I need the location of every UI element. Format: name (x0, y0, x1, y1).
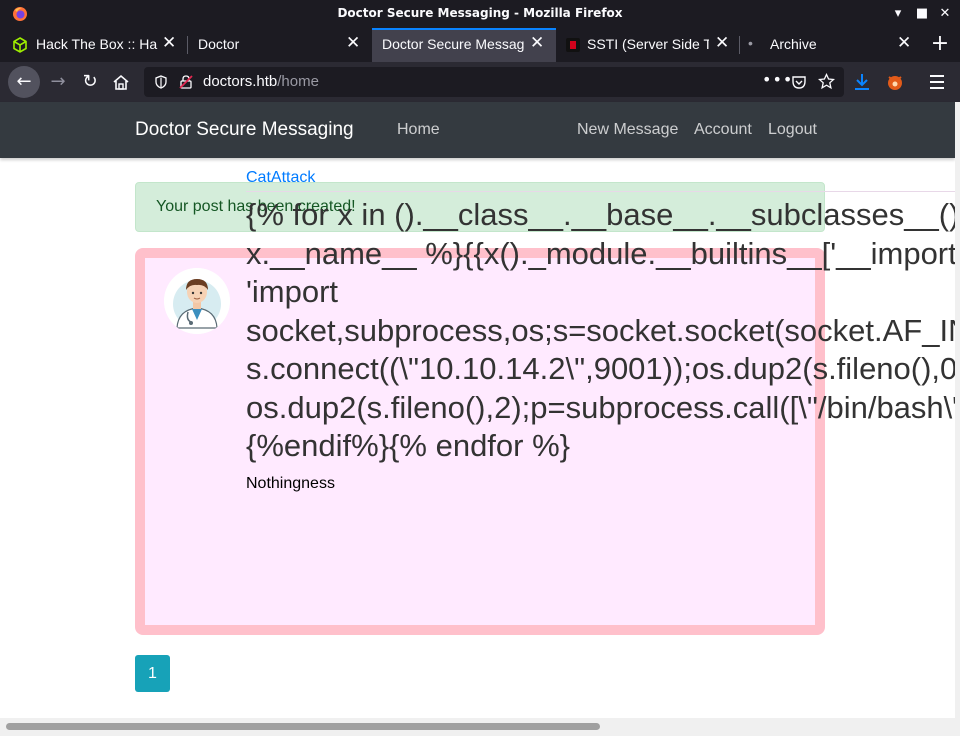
nav-home-link[interactable]: Home (397, 121, 440, 139)
close-tab-icon[interactable]: ✕ (346, 33, 360, 53)
download-icon[interactable] (853, 72, 871, 92)
tab-label: Doctor (198, 36, 240, 52)
forward-button[interactable]: → (44, 68, 72, 96)
minimize-icon[interactable]: ▾ (889, 5, 907, 23)
tab-label: Doctor Secure Messag (382, 36, 525, 52)
tab-doctor-secure-messaging[interactable]: Doctor Secure Messag ✕ (372, 28, 556, 62)
nav-account-link[interactable]: Account (694, 121, 752, 139)
doctor-avatar-icon (164, 268, 230, 334)
shield-icon[interactable] (154, 75, 168, 89)
menu-icon[interactable] (928, 72, 946, 92)
url-bar[interactable]: doctors.htb/home ••• (144, 67, 844, 97)
htb-cube-icon (13, 37, 27, 53)
tab-label: SSTI (Server Side T (587, 36, 709, 52)
url-host: doctors.htb (203, 73, 278, 90)
post-author-link[interactable]: CatAttack (246, 169, 315, 187)
vertical-scrollbar[interactable] (955, 102, 960, 736)
nav-new-message-link[interactable]: New Message (577, 121, 678, 139)
window-titlebar: Doctor Secure Messaging - Mozilla Firefo… (0, 0, 960, 28)
pagination-page-1[interactable]: 1 (135, 655, 170, 692)
close-tab-icon[interactable]: ✕ (162, 33, 176, 53)
tab-doctor[interactable]: Doctor ✕ (188, 28, 372, 62)
home-icon[interactable] (112, 74, 130, 91)
foxyproxy-icon[interactable] (885, 72, 905, 92)
tab-hackthebox[interactable]: Hack The Box :: Ha ✕ (0, 28, 186, 62)
ssti-site-icon (566, 38, 580, 52)
tab-archive[interactable]: • Archive ✕ (740, 28, 920, 62)
dot-icon: • (748, 35, 753, 51)
close-window-icon[interactable]: ✕ (936, 5, 954, 23)
nav-logout-link[interactable]: Logout (768, 121, 817, 139)
close-tab-icon[interactable]: ✕ (530, 33, 544, 53)
post-title[interactable]: {% for x in ().__class__.__base__.__subc… (246, 196, 955, 466)
close-tab-icon[interactable]: ✕ (715, 33, 729, 53)
pocket-icon[interactable] (791, 74, 807, 90)
tab-label: Archive (770, 36, 817, 52)
bookmark-star-icon[interactable] (818, 73, 835, 90)
url-text[interactable]: doctors.htb/home (203, 73, 319, 90)
horizontal-scrollbar[interactable] (0, 718, 955, 736)
page-actions-icon[interactable]: ••• (762, 70, 793, 89)
window-title: Doctor Secure Messaging - Mozilla Firefo… (337, 6, 623, 20)
horizontal-scrollbar-thumb[interactable] (6, 723, 600, 730)
post-content: Nothingness (246, 475, 335, 492)
back-button[interactable]: ← (8, 66, 40, 98)
url-path: /home (277, 73, 319, 90)
tab-ssti[interactable]: SSTI (Server Side T ✕ (556, 28, 738, 62)
reload-button[interactable]: ↻ (76, 68, 104, 96)
navigation-toolbar: ← → ↻ doctors.htb/home ••• (0, 62, 960, 102)
new-tab-button[interactable]: + (928, 32, 952, 56)
site-brand[interactable]: Doctor Secure Messaging (135, 119, 354, 141)
post-meta-divider (246, 191, 955, 192)
insecure-lock-icon[interactable] (178, 74, 194, 90)
maximize-icon[interactable]: ■ (913, 5, 931, 23)
tab-label: Hack The Box :: Ha (36, 36, 158, 52)
site-navbar: Doctor Secure Messaging Home New Message… (0, 102, 955, 158)
avatar (164, 268, 230, 334)
close-tab-icon[interactable]: ✕ (897, 33, 911, 53)
